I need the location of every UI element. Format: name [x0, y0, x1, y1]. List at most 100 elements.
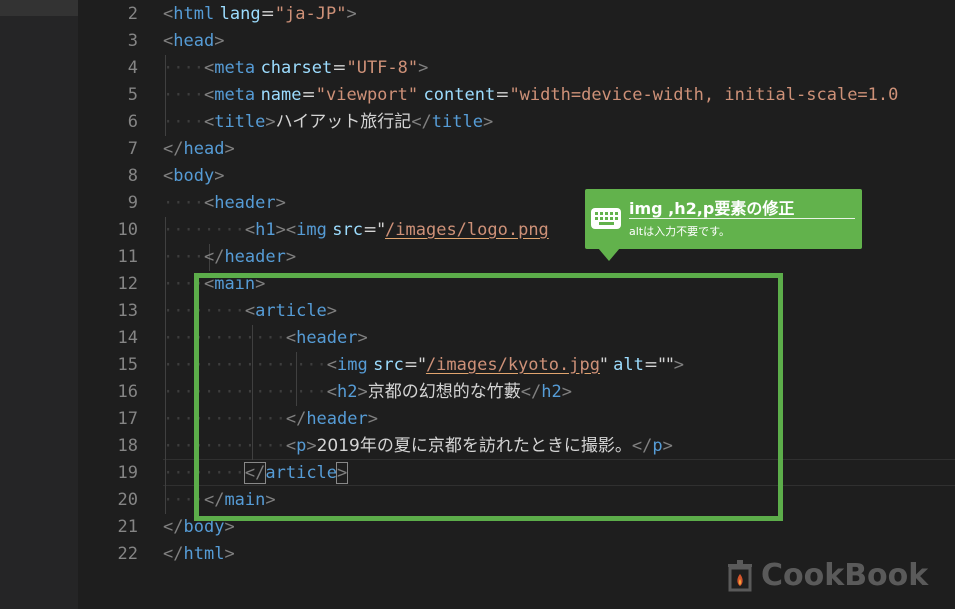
callout-title: img ,h2,p要素の修正 [629, 199, 795, 218]
code-token: > [224, 544, 235, 564]
code-token: ハイアット旅行記 [275, 112, 412, 132]
code-token: src [332, 220, 363, 240]
code-line[interactable]: <html lang="ja-JP"> [163, 1, 357, 28]
code-line[interactable]: </head> [163, 136, 235, 163]
code-token: "width=device-width, initial-scale=1.0 [509, 85, 899, 105]
watermark: CookBook [725, 557, 928, 593]
line-number: 9 [127, 193, 138, 213]
code-token: meta [214, 85, 256, 105]
line-number: 19 [117, 463, 138, 483]
code-token: = [332, 58, 347, 78]
code-token: "ja-JP" [274, 4, 347, 24]
code-token: > [418, 58, 429, 78]
line-number: 12 [117, 274, 138, 294]
code-token: header [224, 247, 286, 267]
code-token: > [214, 31, 225, 51]
code-token: < [244, 220, 256, 240]
code-token: "UTF-8" [346, 58, 419, 78]
line-number: 4 [127, 58, 138, 78]
activity-top-bar [0, 0, 78, 16]
line-number: 7 [127, 139, 138, 159]
line-number: 3 [127, 31, 138, 51]
callout-tooltip: img ,h2,p要素の修正 altは入力不要です。 [585, 189, 862, 249]
callout-subtitle: altは入力不要です。 [629, 225, 731, 238]
activity-strip [0, 0, 78, 609]
code-token: /images/logo.png [385, 220, 549, 240]
code-token: </ [163, 517, 184, 537]
line-number: 8 [127, 166, 138, 186]
line-number: 17 [117, 409, 138, 429]
code-token: content [423, 85, 496, 105]
code-line[interactable]: </html> [163, 541, 235, 568]
line-number: 13 [117, 301, 138, 321]
line-number: 14 [117, 328, 138, 348]
cooking-pot-icon [725, 558, 755, 592]
code-token: > [346, 4, 357, 24]
code-token: </ [163, 139, 184, 159]
code-token: meta [214, 58, 256, 78]
line-number: 15 [117, 355, 138, 375]
code-token: ···· [163, 193, 204, 213]
code-token: lang [219, 4, 261, 24]
code-token: < [203, 58, 215, 78]
code-line[interactable]: ····<meta name="viewport" content="width… [163, 82, 898, 109]
code-token: </ [203, 247, 225, 267]
code-token: =" [362, 220, 386, 240]
line-number: 5 [127, 85, 138, 105]
line-number: 18 [117, 436, 138, 456]
code-token: title [214, 112, 266, 132]
keyboard-icon [591, 208, 621, 229]
line-number: 6 [127, 112, 138, 132]
callout-divider [629, 218, 855, 219]
code-line[interactable]: ····</header> [163, 244, 296, 271]
code-token: ···· [163, 112, 204, 132]
code-token: > [482, 112, 494, 132]
code-token: "viewport" [315, 85, 419, 105]
code-token: header [214, 193, 276, 213]
code-token: </ [411, 112, 432, 132]
code-token: < [163, 166, 174, 186]
code-line[interactable]: ····<header> [163, 190, 286, 217]
code-token: head [183, 139, 225, 159]
code-token: html [173, 4, 215, 24]
code-token: name [260, 85, 302, 105]
code-token: head [173, 31, 215, 51]
code-token: > [285, 247, 297, 267]
code-line[interactable]: <body> [163, 163, 224, 190]
code-token: title [431, 112, 483, 132]
code-token: ···· [163, 58, 204, 78]
code-token: < [163, 31, 174, 51]
code-token: > [224, 139, 235, 159]
code-token: = [260, 4, 275, 24]
code-line[interactable]: <head> [163, 28, 224, 55]
code-line[interactable]: ····<title>ハイアット旅行記</title> [163, 109, 493, 136]
code-token: ········ [163, 220, 245, 240]
line-number: 11 [117, 247, 138, 267]
line-number: 16 [117, 382, 138, 402]
code-token: >< [275, 220, 297, 240]
callout-pointer [598, 248, 620, 261]
code-token: h1 [255, 220, 276, 240]
watermark-text: CookBook [761, 557, 929, 593]
code-token: > [275, 193, 286, 213]
line-number: 20 [117, 490, 138, 510]
code-token: < [163, 4, 174, 24]
code-token: </ [163, 544, 184, 564]
highlight-box [194, 273, 783, 521]
code-token: html [183, 544, 225, 564]
code-token: ···· [163, 85, 204, 105]
code-token: > [265, 112, 276, 132]
line-number: 10 [117, 220, 138, 240]
code-token: < [203, 112, 215, 132]
line-number: 2 [127, 4, 138, 24]
code-token: charset [260, 58, 333, 78]
line-number: 21 [117, 517, 138, 537]
editor-screenshot: 2 3 4 5 6 7 8 9 10 11 12 13 14 15 16 17 18 19 20 21 22 <html… [0, 0, 955, 609]
code-token: < [203, 193, 215, 213]
line-number: 22 [117, 544, 138, 564]
code-token: < [203, 85, 215, 105]
code-line[interactable]: ····<meta charset="UTF-8"> [163, 55, 428, 82]
code-token: = [495, 85, 510, 105]
code-token: img [296, 220, 327, 240]
code-token: = [301, 85, 316, 105]
